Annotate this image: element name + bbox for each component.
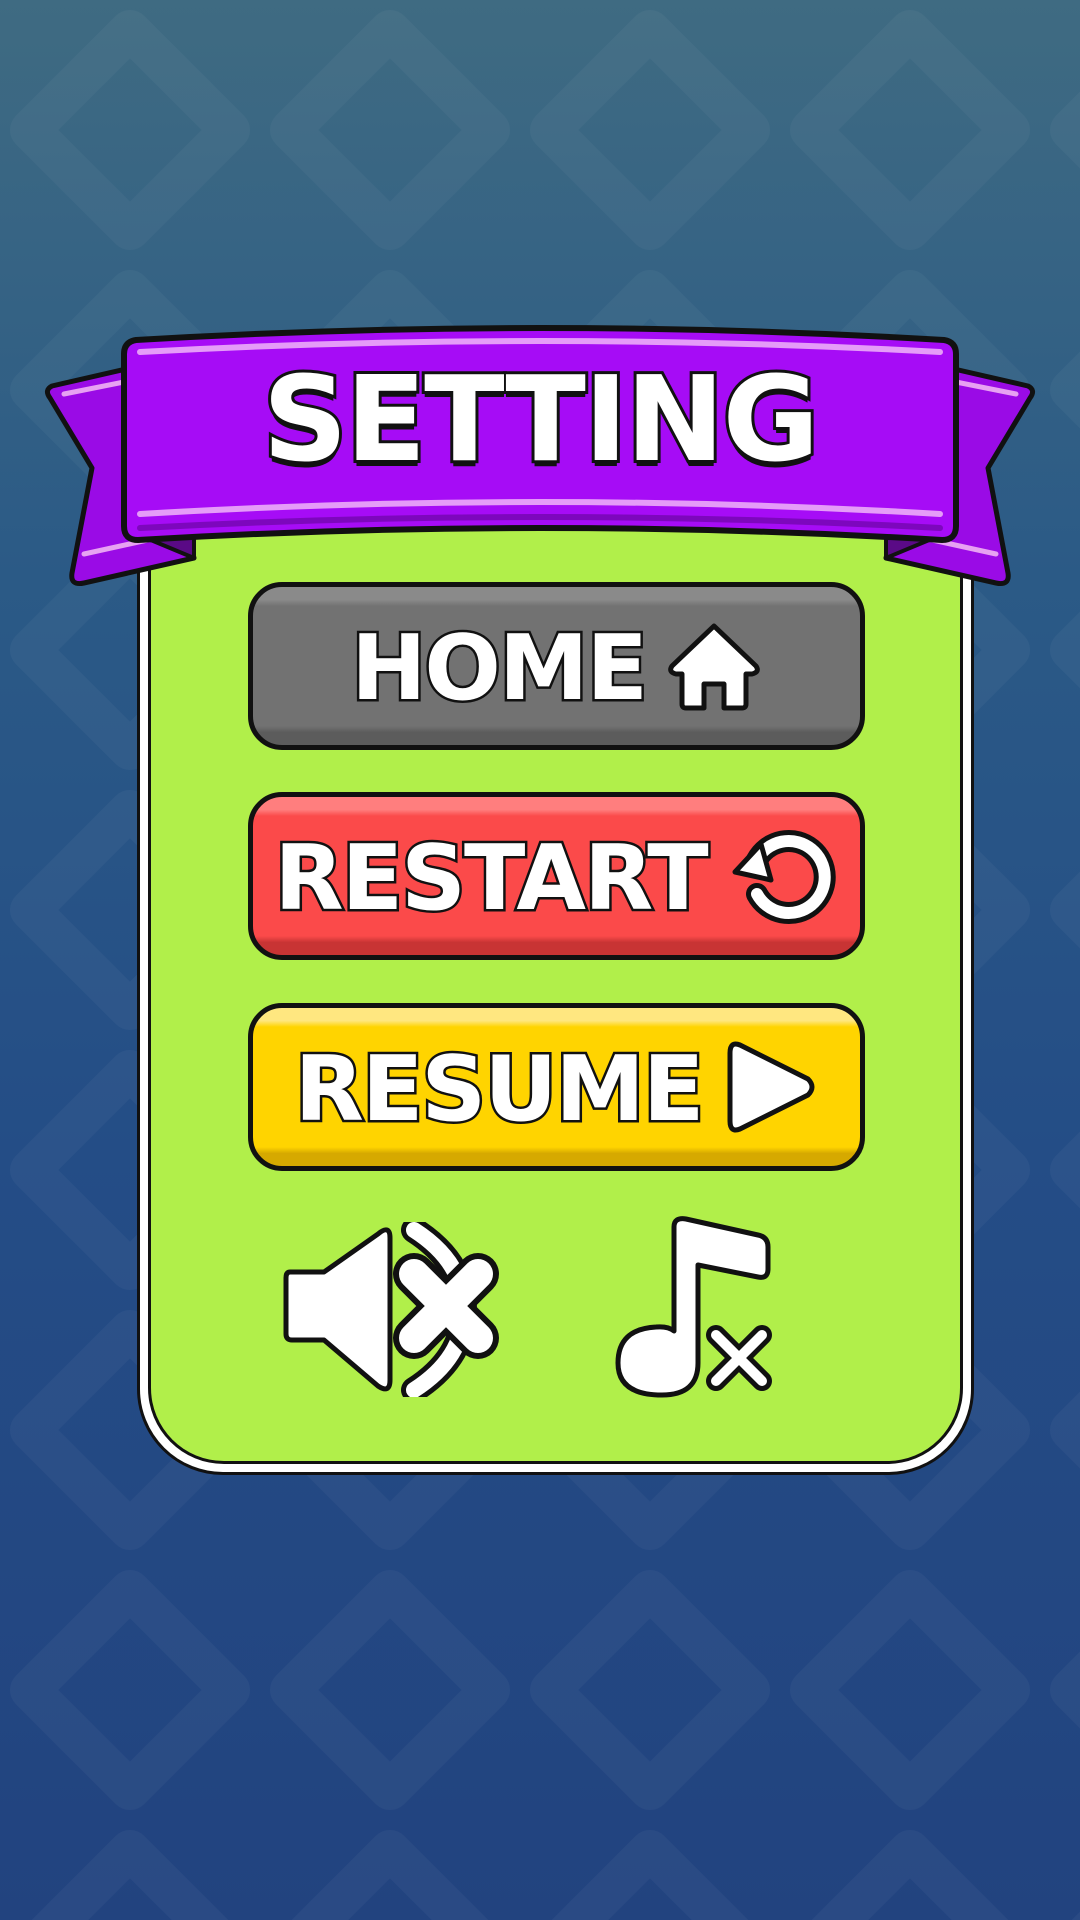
home-button[interactable]: HOME xyxy=(248,582,865,750)
play-icon xyxy=(722,1035,818,1139)
home-button-label: HOME xyxy=(349,616,651,721)
restart-icon xyxy=(727,820,839,932)
resume-button[interactable]: RESUME xyxy=(248,1003,865,1171)
home-icon xyxy=(666,618,762,714)
music-muted-icon xyxy=(615,1216,772,1398)
restart-button-label: RESTART xyxy=(272,826,711,931)
music-toggle[interactable] xyxy=(612,1213,777,1398)
restart-button[interactable]: RESTART xyxy=(248,792,865,960)
sound-muted-icon xyxy=(283,1217,499,1403)
page-title: SETTING xyxy=(260,350,823,488)
sound-toggle[interactable] xyxy=(282,1217,507,1403)
resume-button-label: RESUME xyxy=(292,1037,707,1142)
